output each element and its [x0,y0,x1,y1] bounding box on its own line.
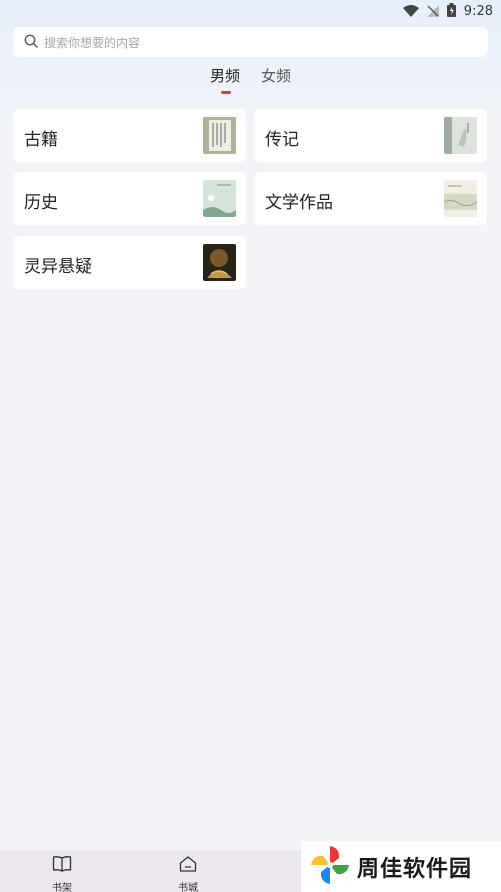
nav-bookstore-label: 书城 [178,883,198,892]
book-cover-image [203,244,236,281]
tab-female[interactable]: 女频 [261,66,291,96]
search-placeholder: 搜索你想要的内容 [44,35,141,50]
tab-active-indicator [221,91,231,94]
watermark-text: 周佳软件园 [357,856,473,882]
no-signal-icon [426,2,439,21]
book-cover-image [203,117,236,154]
wifi-icon [402,2,419,21]
category-label: 灵异悬疑 [24,257,92,277]
book-cover-image [203,180,236,217]
category-label: 古籍 [24,130,58,150]
store-icon [178,855,198,877]
status-bar: 9:28 [0,0,501,22]
category-card-supernatural-mystery[interactable]: 灵异悬疑 [13,236,246,289]
book-cover-image [444,180,477,217]
category-label: 历史 [24,193,58,213]
battery-icon [446,2,456,21]
watermark-logo: 周佳软件园 [301,841,501,892]
book-open-icon [52,855,72,877]
category-label: 文学作品 [265,193,333,213]
category-label: 传记 [265,130,299,150]
pinwheel-logo-icon [309,844,351,890]
nav-bookshelf[interactable]: 书架 [32,850,92,892]
search-icon [24,33,38,52]
status-time: 9:28 [463,3,493,19]
category-tabs: 男频 女频 [0,66,501,96]
category-card-history[interactable]: 历史 [13,172,246,225]
nav-bookstore[interactable]: 书城 [158,850,218,892]
category-card-biography[interactable]: 传记 [254,109,487,162]
category-card-ancient-books[interactable]: 古籍 [13,109,246,162]
book-cover-image [444,117,477,154]
nav-bookshelf-label: 书架 [52,883,72,892]
category-card-literature[interactable]: 文学作品 [254,172,487,225]
search-input[interactable]: 搜索你想要的内容 [13,27,488,57]
